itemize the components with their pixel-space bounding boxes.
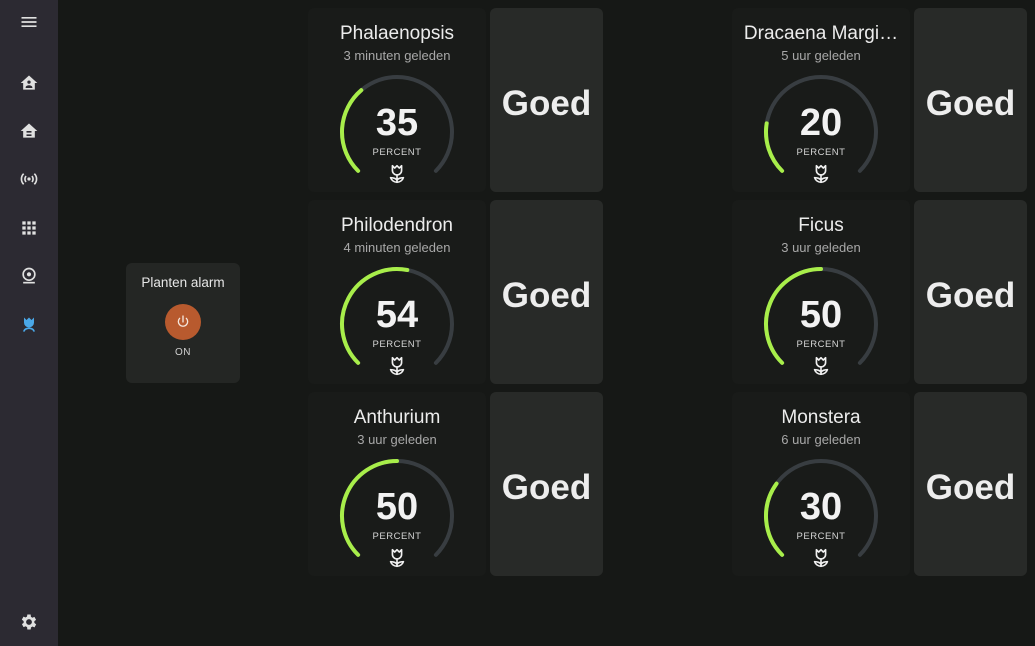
gauge-unit: PERCENT bbox=[796, 531, 846, 542]
plant-status: Goed bbox=[501, 468, 592, 507]
dashboard: Planten alarm ON Phalaenopsis 3 minuten … bbox=[58, 0, 1035, 646]
plant-name: Monstera bbox=[781, 407, 861, 428]
gauge-value: 20 bbox=[799, 102, 843, 144]
sidebar-item-grid[interactable] bbox=[9, 208, 49, 248]
grid-icon bbox=[22, 221, 36, 235]
home-icon bbox=[20, 75, 38, 90]
flower-icon bbox=[813, 356, 829, 376]
plant-status: Goed bbox=[925, 276, 1016, 315]
plant-status-card[interactable]: Goed bbox=[490, 200, 603, 384]
sidebar-item-house[interactable] bbox=[9, 111, 49, 151]
plant-name: Phalaenopsis bbox=[339, 23, 455, 44]
gauge-value: 54 bbox=[375, 294, 419, 336]
broadcast-icon bbox=[20, 173, 38, 185]
plant-status: Goed bbox=[925, 84, 1016, 123]
sidebar-item-plants[interactable] bbox=[9, 305, 49, 345]
plant-last-updated: 3 uur geleden bbox=[357, 432, 437, 447]
gear-icon bbox=[21, 614, 37, 630]
plant-card[interactable]: Anthurium 3 uur geleden 50 PERCENT bbox=[308, 392, 486, 576]
plant-last-updated: 4 minuten geleden bbox=[343, 240, 451, 255]
sidebar-item-webcam[interactable] bbox=[9, 256, 49, 296]
flower-icon bbox=[389, 548, 405, 568]
plant-status: Goed bbox=[925, 468, 1016, 507]
menu-icon bbox=[21, 17, 37, 27]
gauge-unit: PERCENT bbox=[372, 147, 422, 158]
plant-name: Ficus bbox=[798, 215, 844, 236]
plant-status: Goed bbox=[501, 84, 592, 123]
plant-card[interactable]: Dracaena Margi… 5 uur geleden 20 PERCENT bbox=[732, 8, 910, 192]
plant-status: Goed bbox=[501, 276, 592, 315]
alarm-toggle-button[interactable] bbox=[165, 304, 201, 340]
flower-icon bbox=[813, 548, 829, 568]
flower-icon bbox=[389, 164, 405, 184]
alarm-card[interactable]: Planten alarm ON bbox=[126, 263, 240, 383]
plant-status-card[interactable]: Goed bbox=[914, 200, 1027, 384]
alarm-state: ON bbox=[175, 347, 191, 358]
plant-last-updated: 5 uur geleden bbox=[781, 48, 861, 63]
flower-icon bbox=[389, 356, 405, 376]
flower-icon bbox=[23, 317, 35, 332]
webcam-icon bbox=[22, 267, 36, 284]
flower-icon bbox=[813, 164, 829, 184]
gauge-value: 50 bbox=[375, 486, 419, 528]
gauge-unit: PERCENT bbox=[372, 339, 422, 350]
plant-card[interactable]: Monstera 6 uur geleden 30 PERCENT bbox=[732, 392, 910, 576]
settings-button[interactable] bbox=[9, 602, 49, 642]
plant-last-updated: 3 minuten geleden bbox=[343, 48, 451, 63]
plant-name: Anthurium bbox=[353, 407, 441, 428]
plant-status-card[interactable]: Goed bbox=[490, 392, 603, 576]
sidebar-item-home[interactable] bbox=[9, 63, 49, 103]
power-icon bbox=[177, 315, 189, 327]
plant-name: Philodendron bbox=[341, 215, 453, 236]
alarm-title: Planten alarm bbox=[141, 275, 225, 290]
plant-status-card[interactable]: Goed bbox=[914, 392, 1027, 576]
plant-last-updated: 6 uur geleden bbox=[781, 432, 861, 447]
gauge-unit: PERCENT bbox=[796, 147, 846, 158]
gauge-value: 35 bbox=[375, 102, 419, 144]
plant-status-card[interactable]: Goed bbox=[490, 8, 603, 192]
plant-last-updated: 3 uur geleden bbox=[781, 240, 861, 255]
plant-card[interactable]: Philodendron 4 minuten geleden 54 PERCEN… bbox=[308, 200, 486, 384]
plant-card[interactable]: Ficus 3 uur geleden 50 PERCENT bbox=[732, 200, 910, 384]
gauge-unit: PERCENT bbox=[796, 339, 846, 350]
gauge-value: 50 bbox=[799, 294, 843, 336]
plant-name: Dracaena Margi… bbox=[743, 23, 899, 44]
plant-status-card[interactable]: Goed bbox=[914, 8, 1027, 192]
menu-button[interactable] bbox=[9, 2, 49, 42]
sidebar bbox=[0, 0, 58, 646]
plant-card[interactable]: Phalaenopsis 3 minuten geleden 35 PERCEN… bbox=[308, 8, 486, 192]
house-icon bbox=[20, 123, 38, 138]
gauge-value: 30 bbox=[799, 486, 843, 528]
sidebar-item-broadcast[interactable] bbox=[9, 159, 49, 199]
gauge-unit: PERCENT bbox=[372, 531, 422, 542]
